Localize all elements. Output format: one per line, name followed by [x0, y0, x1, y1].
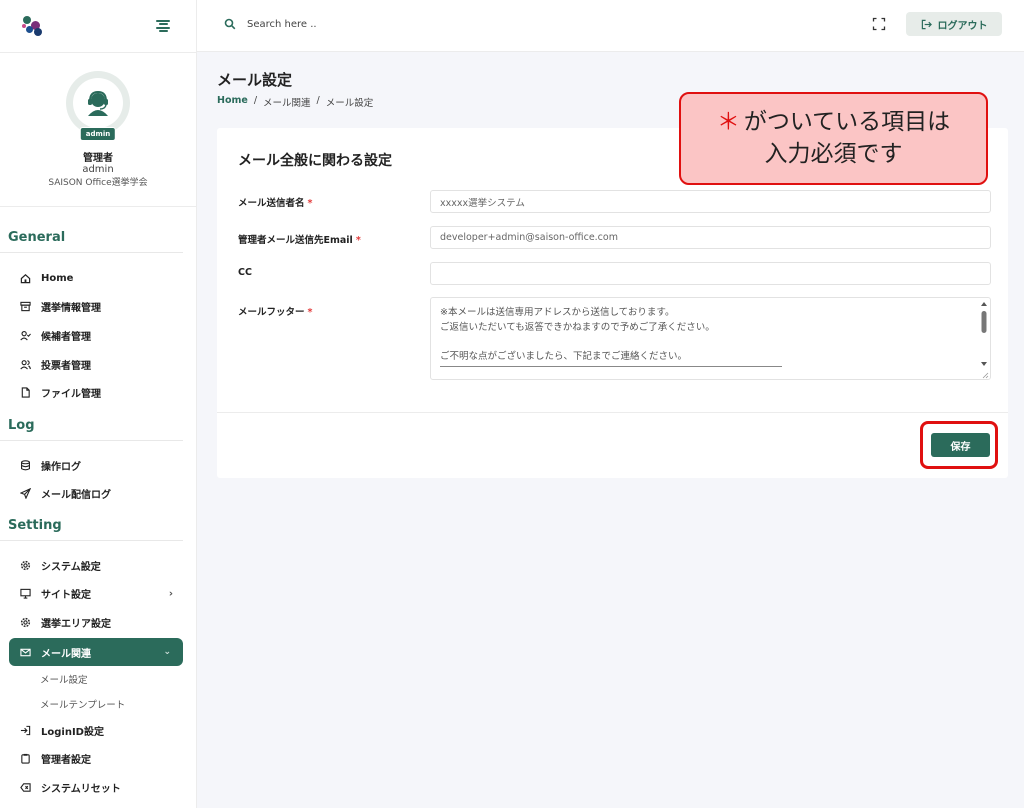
card-divider — [217, 412, 1008, 413]
footer-line: ご返信いただいても返答できかねますので予めご了承ください。 — [440, 322, 715, 333]
sidebar-item-loginid-settings[interactable]: LoginID設定 — [0, 716, 197, 745]
required-fields-callout: ＊がついている項目は 入力必須です — [679, 92, 988, 185]
file-icon — [19, 387, 31, 399]
required-mark: * — [307, 198, 313, 209]
sidebar-item-voters[interactable]: 投票者管理 — [0, 350, 197, 379]
logout-button[interactable]: ログアウト — [906, 12, 1002, 36]
footer-line: ご不明な点がございましたら、下記までご連絡ください。 — [440, 351, 688, 362]
sender-name-label: メール送信者名 * — [238, 198, 313, 209]
send-icon — [19, 488, 31, 500]
profile-organization: SAISON Office選挙学会 — [48, 178, 148, 188]
sidebar-top — [0, 0, 196, 52]
sidebar-item-mail-related[interactable]: メール関連 ⌄ — [9, 638, 183, 666]
page-title: メール設定 — [217, 71, 293, 89]
sidebar-item-candidates[interactable]: 候補者管理 — [0, 321, 197, 350]
menu-toggle-icon[interactable] — [156, 20, 170, 32]
top-header: ログアウト — [197, 0, 1024, 52]
support-agent-icon — [88, 90, 108, 116]
gear-icon — [19, 616, 31, 628]
avatar-badge: admin — [79, 127, 117, 141]
avatar[interactable]: admin — [66, 71, 130, 141]
sidebar-item-system-reset[interactable]: システムリセット — [0, 773, 197, 802]
admin-email-input[interactable] — [430, 226, 991, 249]
breadcrumb-current: メール設定 — [325, 98, 374, 109]
app-logo[interactable] — [22, 15, 44, 37]
logout-icon — [921, 19, 932, 29]
breadcrumb-mail-related[interactable]: メール関連 — [263, 95, 311, 109]
footer-label: メールフッター * — [238, 307, 313, 318]
sidebar-item-files[interactable]: ファイル管理 — [0, 378, 197, 407]
database-icon — [19, 459, 31, 471]
sidebar: admin 管理者 admin SAISON Office選挙学会 Genera… — [0, 0, 197, 808]
admin-email-label: 管理者メール送信先Email * — [238, 235, 361, 246]
chevron-right-icon: › — [168, 588, 173, 600]
sidebar-item-admin-settings[interactable]: 管理者設定 — [0, 745, 197, 774]
fullscreen-icon[interactable] — [872, 17, 886, 31]
save-button[interactable]: 保存 — [931, 433, 990, 457]
breadcrumb-separator: / — [316, 95, 320, 106]
cc-label: CC — [238, 267, 252, 278]
cc-input[interactable] — [430, 262, 991, 285]
footer-scrollbar[interactable] — [978, 298, 990, 379]
chevron-down-icon: ⌄ — [163, 647, 171, 657]
gear-icon — [19, 559, 31, 571]
profile-role: 管理者 — [83, 153, 113, 164]
footer-divider — [440, 366, 782, 367]
callout-line-2: 入力必須です — [764, 140, 903, 167]
breadcrumb: Home / メール関連 / メール設定 — [217, 95, 373, 109]
monitor-icon — [19, 588, 31, 600]
callout-line-1: ＊がついている項目は — [716, 109, 951, 136]
archive-icon — [19, 301, 31, 313]
sidebar-item-home[interactable]: Home — [0, 264, 197, 293]
section-general: General — [0, 223, 183, 253]
breadcrumb-home[interactable]: Home — [217, 95, 248, 109]
sidebar-subitem-mail-templates[interactable]: メールテンプレート — [40, 697, 125, 711]
sidebar-item-election-info[interactable]: 選挙情報管理 — [0, 293, 197, 322]
home-icon — [19, 272, 31, 284]
sidebar-item-system-settings[interactable]: システム設定 — [0, 551, 197, 580]
asterisk-mark: ＊ — [716, 109, 740, 136]
section-setting: Setting — [0, 511, 183, 541]
sidebar-item-area-settings[interactable]: 選挙エリア設定 — [0, 608, 197, 637]
sender-name-input[interactable] — [430, 190, 991, 213]
sidebar-item-mail-log[interactable]: メール配信ログ — [0, 480, 197, 509]
user-check-icon — [19, 329, 31, 341]
profile-panel: admin 管理者 admin SAISON Office選挙学会 — [0, 52, 196, 207]
login-icon — [19, 724, 31, 736]
users-icon — [19, 358, 31, 370]
sidebar-item-site-settings[interactable]: サイト設定 › — [0, 580, 197, 609]
search-input[interactable] — [247, 14, 547, 34]
required-mark: * — [355, 235, 361, 246]
search-icon — [224, 18, 236, 30]
backspace-icon — [19, 781, 31, 793]
section-log: Log — [0, 411, 183, 441]
mail-icon — [19, 646, 31, 658]
sidebar-item-operation-log[interactable]: 操作ログ — [0, 451, 197, 480]
footer-line: ※本メールは送信専用アドレスから送信しております。 — [440, 307, 675, 318]
required-mark: * — [307, 307, 313, 318]
footer-textarea[interactable]: ※本メールは送信専用アドレスから送信しております。 ご返信いただいても返答できか… — [430, 297, 991, 380]
profile-username: admin — [82, 164, 114, 175]
breadcrumb-separator: / — [253, 95, 258, 106]
sidebar-subitem-mail-settings[interactable]: メール設定 — [40, 672, 88, 686]
clipboard-icon — [19, 753, 31, 765]
card-title: メール全般に関わる設定 — [238, 153, 392, 169]
